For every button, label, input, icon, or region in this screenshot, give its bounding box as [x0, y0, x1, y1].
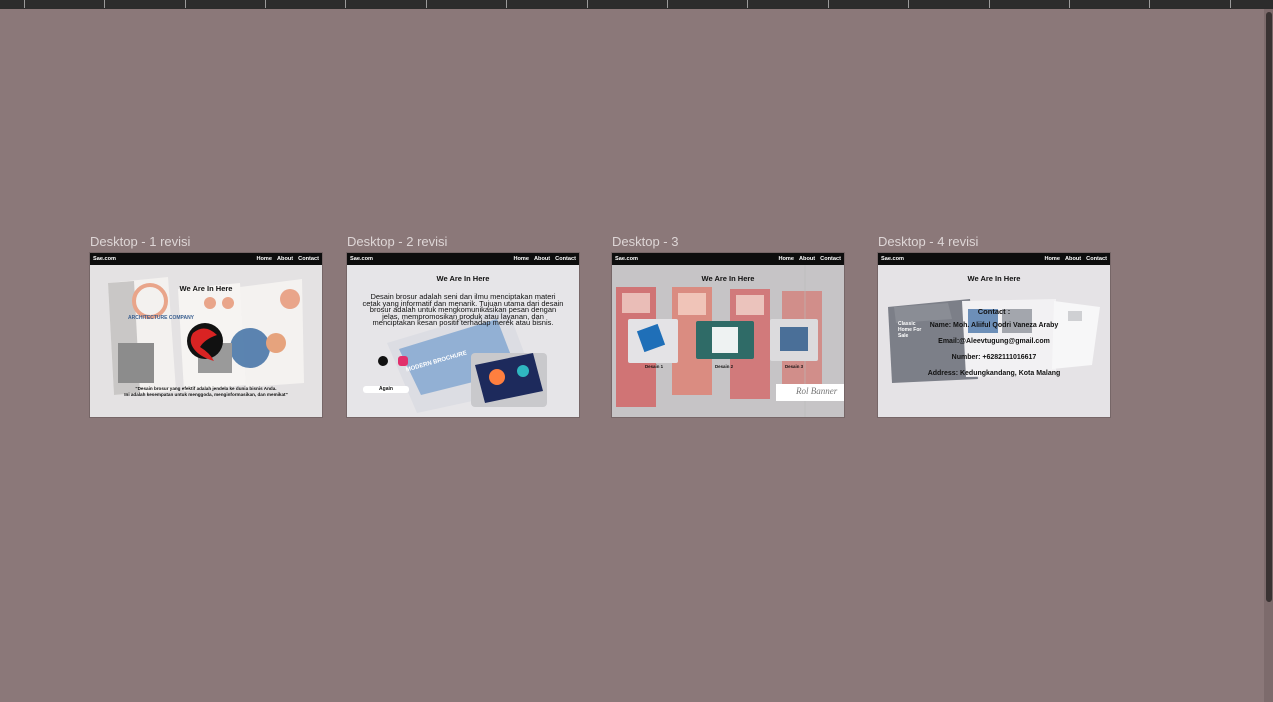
design-label-3: Desain 3 — [785, 364, 804, 369]
frame-desktop-1[interactable]: Sae.com Home About Contact ARCHITECTURE … — [90, 253, 322, 417]
ruler-tick — [24, 0, 25, 8]
top-ruler — [0, 0, 1273, 9]
page-heading: We Are In Here — [179, 284, 233, 293]
design-1-preview — [636, 323, 666, 353]
ruler-tick — [747, 0, 748, 8]
contact-address: Address: Kedungkandang, Kota Malang — [927, 370, 1061, 377]
page-heading: We Are In Here — [967, 274, 1021, 283]
ruler-tick — [345, 0, 346, 8]
contact-title: Contact : — [977, 307, 1011, 316]
design-card-2[interactable] — [696, 321, 754, 359]
roll-banner-text: Rol Banner — [796, 386, 838, 396]
frame-desktop-4[interactable]: Sae.com Home About Contact Classic Home … — [878, 253, 1110, 417]
design-2-preview — [712, 327, 738, 353]
ruler-tick — [989, 0, 990, 8]
quote-line-2: Ini adalah kesempatan untuk menggoda, me… — [124, 392, 288, 397]
page-heading: We Are In Here — [701, 274, 755, 283]
frame-label-desktop-3[interactable]: Desktop - 3 — [612, 234, 678, 249]
ruler-tick — [104, 0, 105, 8]
ruler-tick — [828, 0, 829, 8]
design-label-1: Desain 1 — [645, 364, 664, 369]
ruler-tick — [1149, 0, 1150, 8]
frame-desktop-2[interactable]: Sae.com Home About Contact MODERN BROCHU… — [347, 253, 579, 417]
intro-paragraph: Desain brosur adalah seni dan ilmu menci… — [362, 292, 564, 328]
ruler-tick — [587, 0, 588, 8]
frame-label-desktop-1[interactable]: Desktop - 1 revisi — [90, 234, 190, 249]
ruler-tick — [185, 0, 186, 8]
contact-number: Number: +6282111016617 — [951, 354, 1037, 361]
page-heading: We Are In Here — [436, 274, 490, 283]
ruler-tick — [265, 0, 266, 8]
contact-name: Name: Moh. Aliiful Qodri Vaneza Araby — [929, 322, 1059, 329]
design-card-1[interactable] — [628, 319, 678, 363]
ruler-tick — [667, 0, 668, 8]
ruler-tick — [506, 0, 507, 8]
design-label-2: Desain 2 — [715, 364, 734, 369]
brochure-title-text: ARCHITECTURE COMPANY — [128, 315, 195, 321]
again-button[interactable]: Again — [363, 386, 409, 393]
ruler-tick — [1069, 0, 1070, 8]
ruler-tick — [1230, 0, 1231, 8]
ruler-tick — [426, 0, 427, 8]
ruler-tick — [908, 0, 909, 8]
frame-desktop-3[interactable]: Sae.com Home About Contact Desain 1 Desa… — [612, 253, 844, 417]
frame-label-desktop-4[interactable]: Desktop - 4 revisi — [878, 234, 978, 249]
frame-label-desktop-2[interactable]: Desktop - 2 revisi — [347, 234, 447, 249]
vertical-scrollbar-thumb[interactable] — [1266, 12, 1272, 602]
contact-email[interactable]: Email:@Aleevtugung@gmail.com — [878, 338, 1110, 345]
design-card-3[interactable] — [770, 319, 818, 361]
design-3-preview — [780, 327, 808, 351]
